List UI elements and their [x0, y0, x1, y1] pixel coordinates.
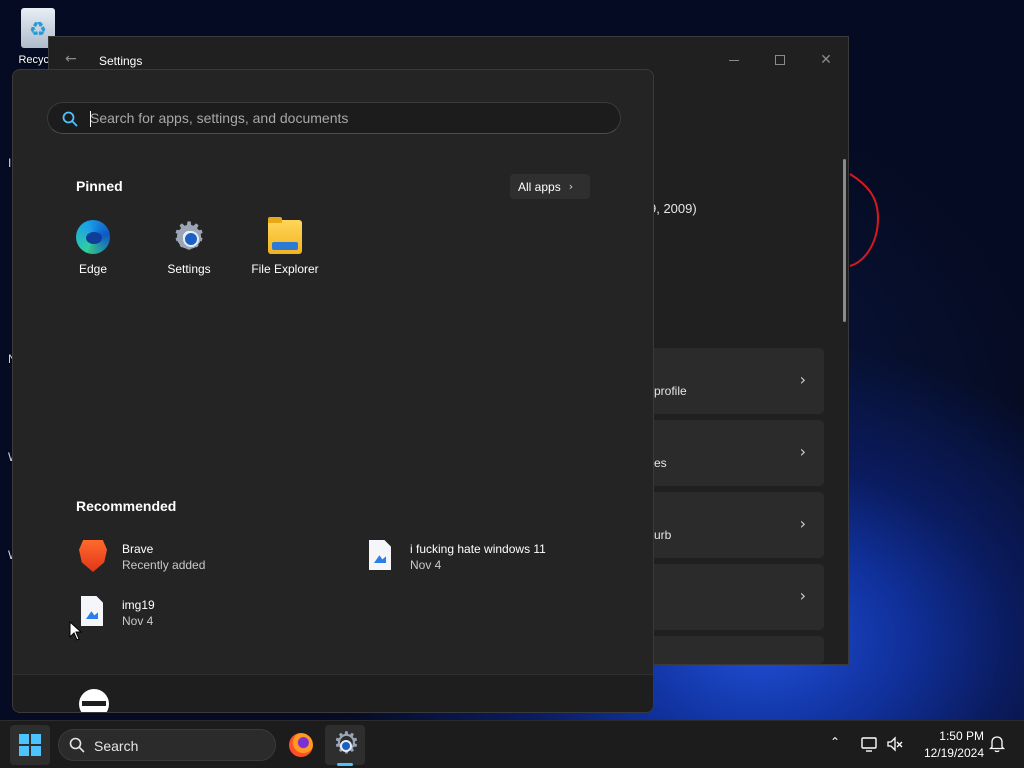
- mouse-cursor-icon: [69, 621, 83, 641]
- settings-card[interactable]: profile ›: [649, 348, 824, 414]
- back-arrow-icon[interactable]: ←: [65, 51, 77, 67]
- recommended-item-name: img19: [122, 598, 155, 612]
- start-menu-footer: [13, 674, 653, 712]
- notification-bell-icon[interactable]: [989, 735, 1005, 753]
- edge-icon: [76, 220, 110, 254]
- pinned-app-label: Edge: [78, 262, 108, 276]
- pinned-app-file-explorer[interactable]: File Explorer: [237, 217, 333, 276]
- settings-gear-icon: [333, 727, 357, 761]
- start-search-box[interactable]: [47, 102, 621, 134]
- all-apps-label: All apps: [518, 179, 561, 194]
- red-annotation-mark: [849, 173, 880, 267]
- taskbar-search-box[interactable]: Search: [58, 729, 276, 761]
- recommended-item-sub: Nov 4: [122, 614, 154, 628]
- taskbar-search-label: Search: [94, 738, 139, 754]
- network-icon[interactable]: [860, 735, 878, 753]
- all-apps-button[interactable]: All apps ›: [510, 174, 590, 199]
- recommended-item-img19[interactable]: img19 Nov 4: [77, 592, 337, 632]
- recommended-item-sub: Recently added: [122, 558, 206, 572]
- minimize-icon: [729, 59, 739, 61]
- pinned-section-title: Pinned: [76, 178, 123, 194]
- pinned-app-edge[interactable]: Edge: [45, 220, 141, 276]
- settings-card-label: urb: [654, 528, 672, 542]
- start-search-input[interactable]: [90, 103, 590, 133]
- volume-muted-icon[interactable]: [886, 735, 904, 753]
- active-app-indicator: [337, 763, 353, 766]
- settings-card-label: profile: [654, 384, 687, 398]
- settings-card-label: es: [654, 456, 667, 470]
- pinned-app-label: File Explorer: [251, 262, 319, 276]
- taskbar-app-settings[interactable]: [325, 725, 365, 765]
- settings-card[interactable]: es ›: [649, 420, 824, 486]
- recommended-item-name: Brave: [122, 542, 154, 556]
- search-icon: [62, 111, 78, 127]
- chevron-right-icon: ›: [799, 442, 806, 461]
- chevron-right-icon: ›: [799, 370, 806, 389]
- firefox-icon: [289, 733, 313, 757]
- chevron-up-icon[interactable]: ⌃: [830, 735, 840, 749]
- clock-time[interactable]: 1:50 PM: [914, 729, 984, 743]
- chevron-right-icon: ›: [799, 586, 806, 605]
- close-icon: ✕: [820, 52, 832, 68]
- recommended-item-name: i fucking hate windows 11: [410, 542, 546, 556]
- user-avatar-icon[interactable]: [79, 689, 109, 712]
- search-icon: [69, 737, 85, 753]
- recommended-item-sub: Nov 4: [410, 558, 442, 572]
- chevron-right-icon: ›: [799, 514, 806, 533]
- brave-icon: [77, 540, 107, 572]
- settings-window-title: Settings: [99, 54, 143, 68]
- settings-card[interactable]: urb ›: [649, 492, 824, 558]
- image-file-icon: [365, 540, 395, 572]
- recommended-item-brave[interactable]: Brave Recently added: [77, 536, 337, 576]
- pinned-app-settings[interactable]: Settings: [141, 216, 237, 276]
- minimize-button[interactable]: [714, 45, 754, 75]
- scrollbar[interactable]: [843, 159, 846, 322]
- pinned-app-label: Settings: [167, 262, 211, 276]
- windows-logo-icon: [19, 734, 41, 756]
- clock-date[interactable]: 12/19/2024: [914, 746, 984, 760]
- maximize-icon: [775, 55, 785, 65]
- start-menu: Pinned All apps › Edge Settings File Exp…: [12, 69, 654, 713]
- settings-gear-icon: [172, 216, 206, 256]
- recommended-section-title: Recommended: [76, 498, 177, 514]
- chevron-right-icon: ›: [568, 180, 574, 193]
- text-caret: [90, 111, 91, 127]
- folder-icon: [268, 217, 302, 254]
- settings-card[interactable]: [649, 636, 824, 664]
- settings-partial-text: 9, 2009): [649, 201, 697, 216]
- settings-card[interactable]: ›: [649, 564, 824, 630]
- taskbar: Search ⌃ 1:50 PM 12/19/2024: [0, 720, 1024, 768]
- maximize-button[interactable]: [760, 45, 800, 75]
- start-button[interactable]: [10, 725, 50, 765]
- taskbar-app-firefox[interactable]: [281, 725, 321, 765]
- recommended-item-file[interactable]: i fucking hate windows 11 Nov 4: [365, 536, 625, 576]
- close-button[interactable]: ✕: [806, 45, 846, 75]
- desktop-icon-label-fragment: I: [8, 156, 12, 170]
